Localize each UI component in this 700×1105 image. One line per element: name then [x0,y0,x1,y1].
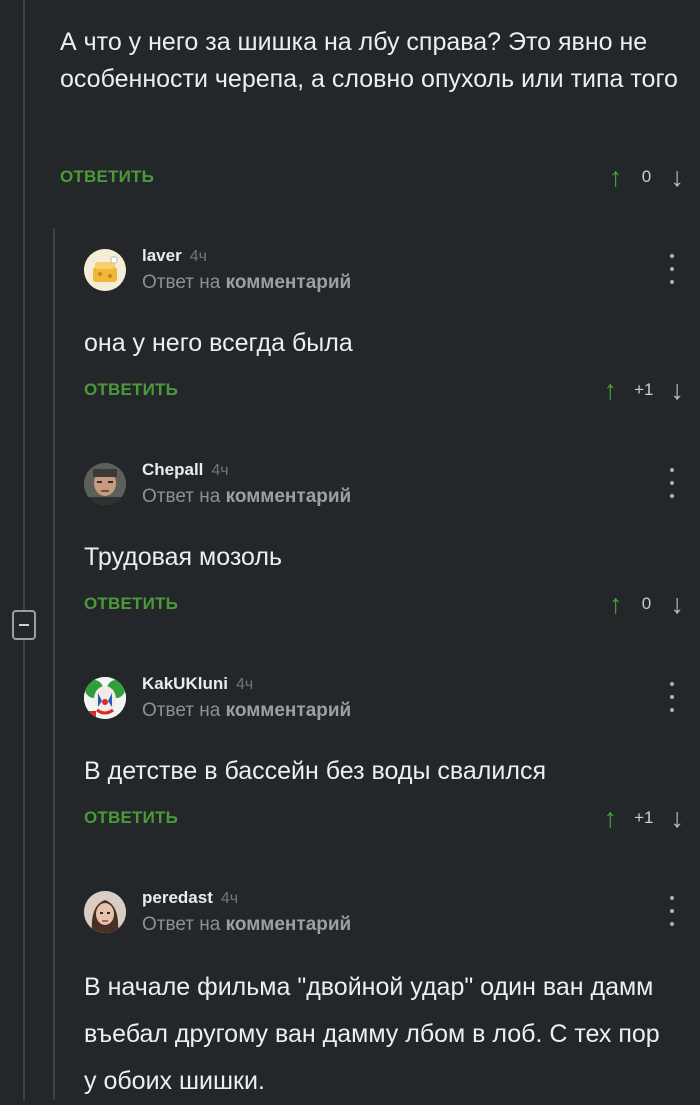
comment-text: В детстве в бассейн без воды свалился [84,757,546,785]
username[interactable]: Chepall 4ч [142,460,229,480]
reply-comment-peredast: peredast 4ч Ответ на комментарий В начале… [84,884,684,1100]
username[interactable]: KakUKluni 4ч [142,674,253,694]
kebab-menu-icon[interactable] [662,254,682,284]
reply-to-line: Ответ на комментарий [142,700,352,721]
arrow-up-icon[interactable]: ↑ [609,589,623,620]
vote-count: +1 [634,808,654,827]
kebab-menu-icon[interactable] [662,682,682,712]
comment-text: Трудовая мозоль [84,543,282,571]
reply-comment-laver: laver 4ч Ответ на комментарий она у него … [84,242,684,417]
arrow-up-icon[interactable]: ↑ [604,803,618,834]
arrow-down-icon[interactable]: ↓ [671,589,685,620]
timestamp: 4ч [189,248,207,265]
arrow-up-icon[interactable]: ↑ [604,375,618,406]
vote-controls: ↑ 0 ↓ [609,589,684,619]
username[interactable]: laver 4ч [142,246,207,266]
vote-count: +1 [634,380,654,399]
comment-header: Chepall 4ч Ответ на комментарий [84,456,684,508]
collapse-minus-icon [19,624,29,626]
username[interactable]: peredast 4ч [142,888,238,908]
thread-line-outer [23,0,25,610]
reply-to-link[interactable]: комментарий [226,486,352,507]
vote-count: 0 [641,167,652,186]
vote-count: 0 [641,594,652,613]
vote-controls: ↑ 0 ↓ [609,162,684,192]
comment-header: KakUKluni 4ч Ответ на комментарий [84,670,684,722]
reply-to-line: Ответ на комментарий [142,914,352,935]
reply-button[interactable]: ОТВЕТИТЬ [60,167,154,187]
reply-comment-chepall: Chepall 4ч Ответ на комментарий Трудовая … [84,456,684,631]
comment-actions: ОТВЕТИТЬ ↑ +1 ↓ [84,803,684,833]
avatar[interactable] [84,463,126,505]
timestamp: 4ч [211,462,229,479]
kebab-menu-icon[interactable] [662,468,682,498]
reply-button[interactable]: ОТВЕТИТЬ [84,594,178,614]
arrow-down-icon[interactable]: ↓ [671,375,685,406]
thread-line-inner [53,228,55,1100]
arrow-up-icon[interactable]: ↑ [609,162,623,193]
comment-header: laver 4ч Ответ на комментарий [84,242,684,294]
reply-comment-kakukluni: KakUKluni 4ч Ответ на комментарий В детст… [84,670,684,845]
timestamp: 4ч [220,890,239,907]
top-comment-actions: ОТВЕТИТЬ ↑ 0 ↓ [60,162,684,192]
reply-to-link[interactable]: комментарий [226,272,352,293]
comment-header: peredast 4ч Ответ на комментарий [84,884,684,936]
reply-to-line: Ответ на комментарий [142,486,352,507]
arrow-down-icon[interactable]: ↓ [671,803,685,834]
arrow-down-icon[interactable]: ↓ [671,162,685,193]
comment-actions: ОТВЕТИТЬ ↑ +1 ↓ [84,375,684,405]
reply-to-link[interactable]: комментарий [226,914,352,935]
vote-controls: ↑ +1 ↓ [604,803,684,833]
reply-button[interactable]: ОТВЕТИТЬ [84,808,178,828]
comment-text: А что у него за шишка на лбу справа? Это… [60,28,678,93]
comment-actions: ОТВЕТИТЬ ↑ 0 ↓ [84,589,684,619]
top-comment: А что у него за шишка на лбу справа? Это… [60,24,680,98]
thread-line-outer-lower [23,640,25,1100]
reply-button[interactable]: ОТВЕТИТЬ [84,380,178,400]
kebab-menu-icon[interactable] [662,896,682,926]
avatar[interactable] [84,891,126,933]
timestamp: 4ч [235,676,254,693]
collapse-thread-button[interactable] [12,610,36,640]
reply-to-link[interactable]: комментарий [226,700,352,721]
comment-text: она у него всегда была [84,329,353,357]
avatar[interactable] [84,677,126,719]
vote-controls: ↑ +1 ↓ [604,375,684,405]
comment-text: В начале фильма "двойной удар" один ван … [84,973,660,1095]
reply-to-line: Ответ на комментарий [142,272,352,293]
avatar[interactable] [84,249,126,291]
